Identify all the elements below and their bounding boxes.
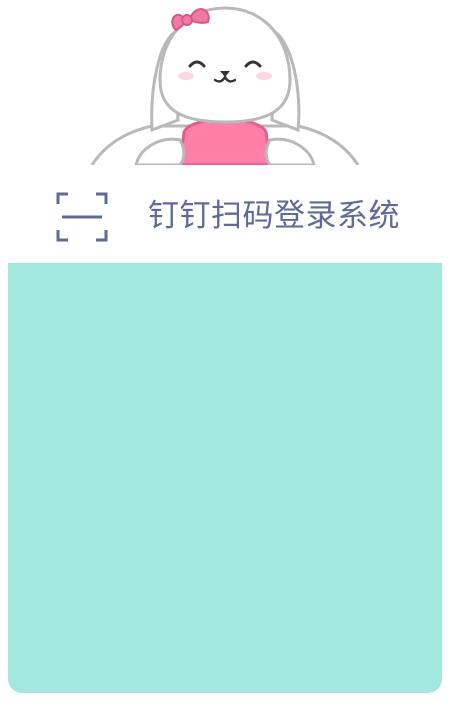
- qr-scan-icon: [54, 190, 110, 244]
- page-title: 钉钉扫码登录系统: [148, 198, 400, 234]
- login-page: 钉钉扫码登录系统: [0, 0, 450, 701]
- qr-code-panel[interactable]: [8, 263, 442, 693]
- login-header: 钉钉扫码登录系统: [0, 176, 450, 260]
- bunny-mascot-icon: [80, 0, 370, 167]
